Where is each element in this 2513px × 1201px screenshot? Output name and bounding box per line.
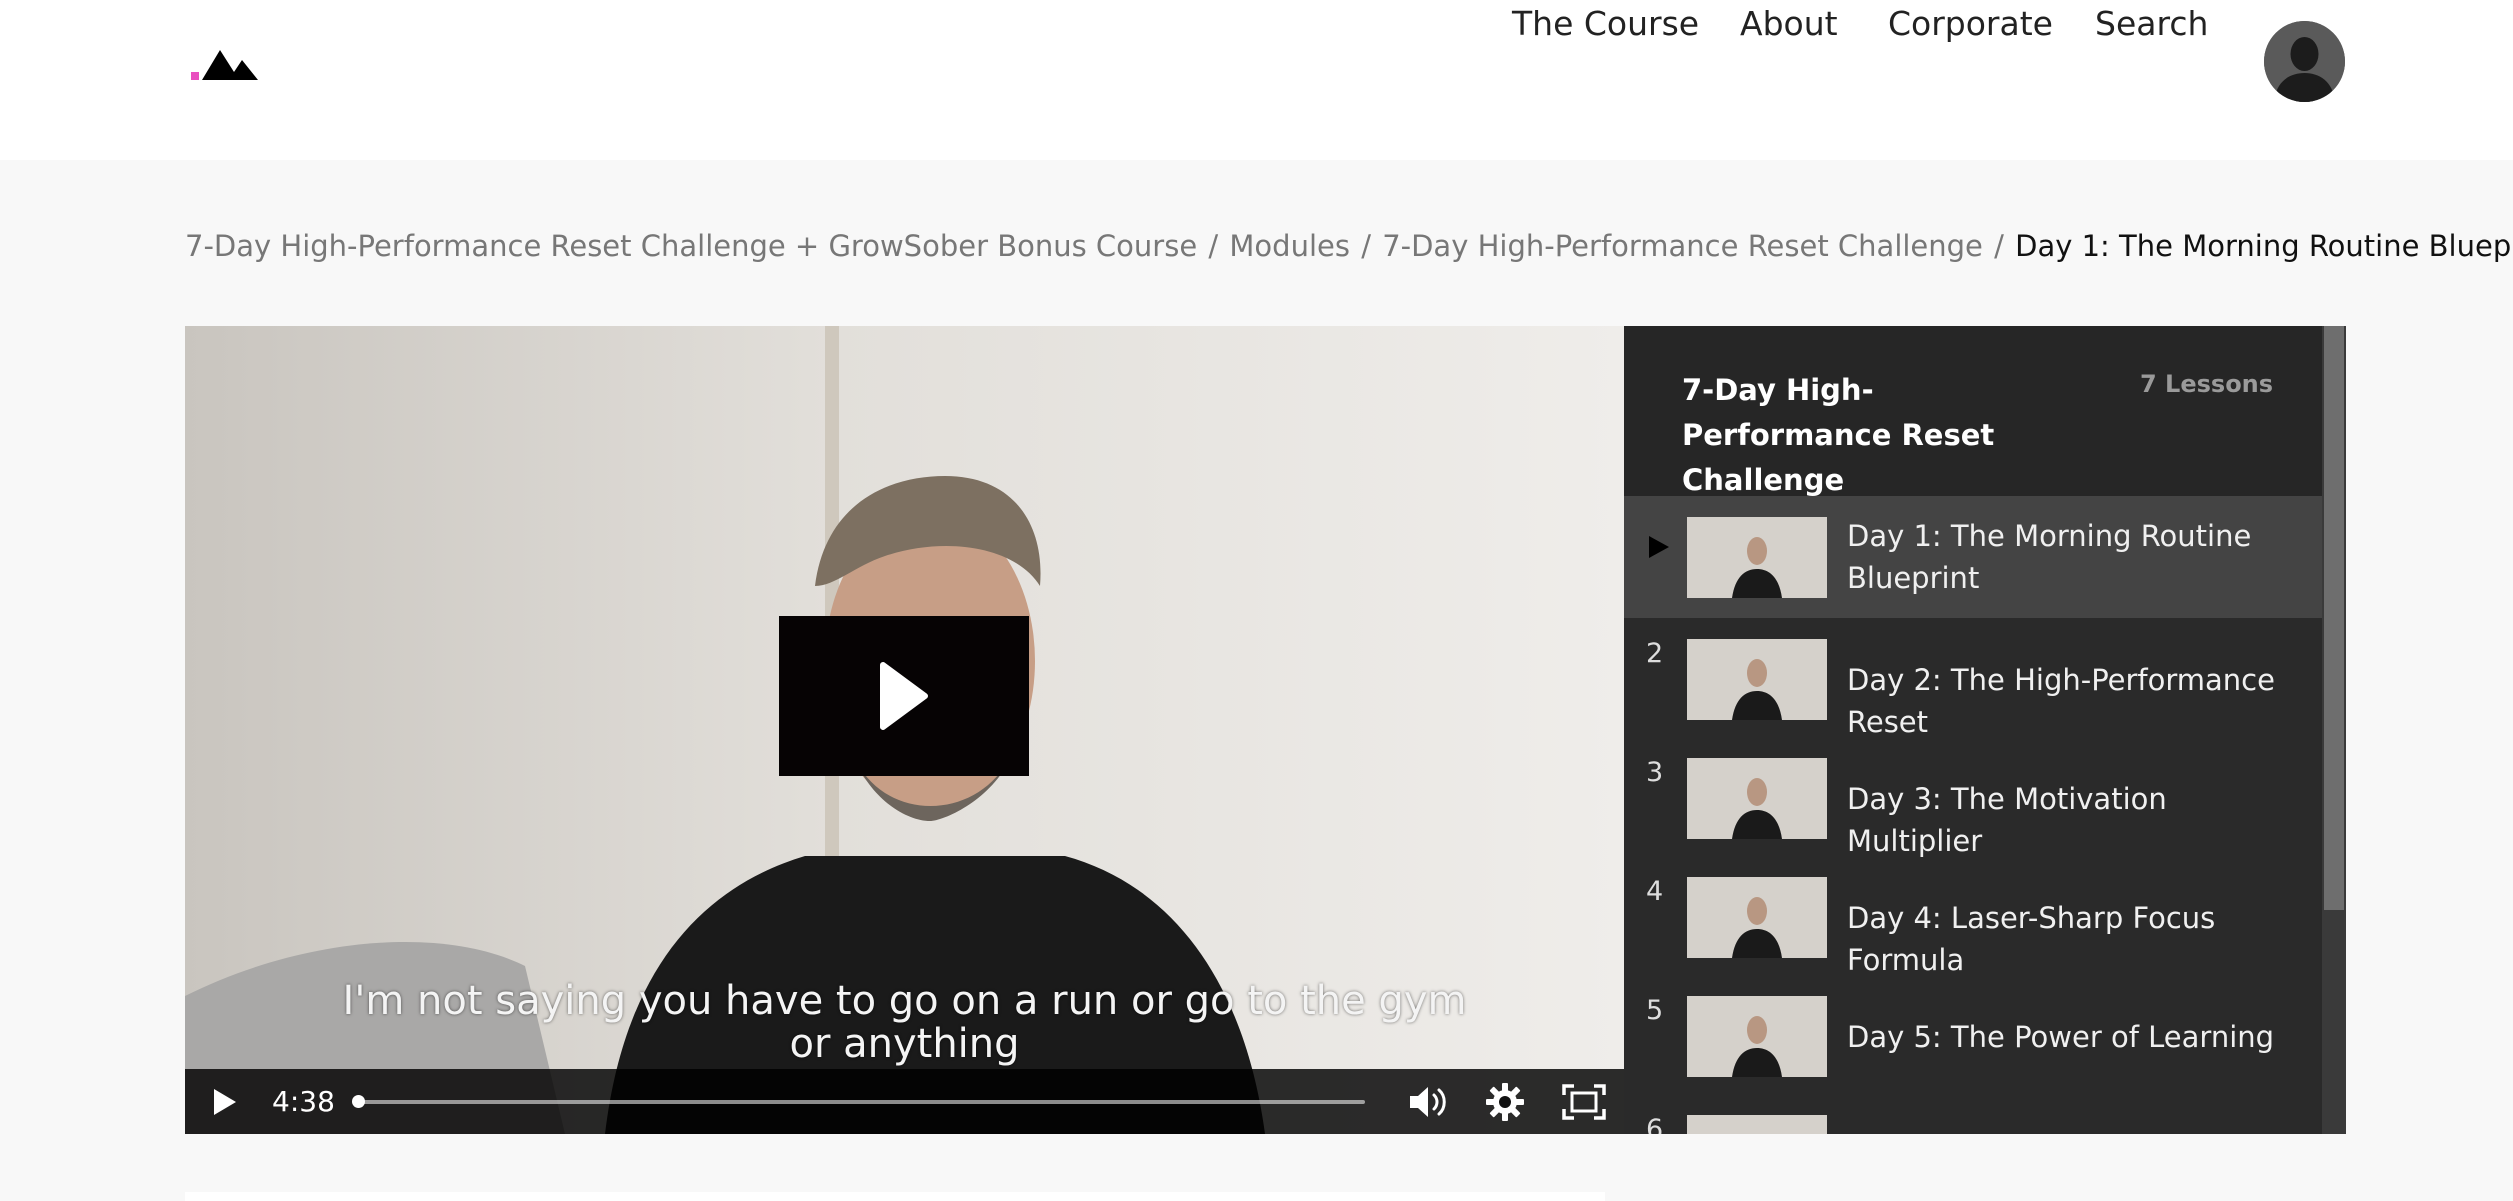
caption-line: or anything	[789, 1021, 1020, 1067]
mountain-logo-icon[interactable]	[186, 40, 266, 86]
video-caption: I'm not saying you have to go on a run o…	[185, 980, 1624, 1066]
lesson-item-5[interactable]: 5 Day 5: The Power of Learning	[1624, 975, 2322, 1094]
lesson-title: Day 3: The Motivation Multiplier	[1847, 782, 2167, 858]
lesson-number: 3	[1646, 757, 1664, 788]
lesson-number: 5	[1646, 995, 1664, 1026]
lesson-thumbnail	[1687, 639, 1827, 720]
sidebar-scrollbar[interactable]	[2322, 326, 2346, 1134]
lesson-item-2[interactable]: 2 Day 2: The High-Performance Reset	[1624, 618, 2322, 739]
play-icon	[880, 662, 928, 730]
lesson-number: 2	[1646, 638, 1664, 669]
player-controls: 4:38	[185, 1069, 1624, 1134]
play-triangle-icon	[1649, 536, 1669, 558]
lesson-number: 6	[1646, 1114, 1664, 1134]
lesson-count: 7 Lessons	[2140, 370, 2274, 398]
lesson-item-1[interactable]: Day 1: The Morning Routine Blueprint	[1624, 496, 2322, 618]
volume-icon	[1410, 1087, 1446, 1117]
breadcrumb-current-lesson: Day 1: The Morning Routine Blueprint	[2015, 229, 2513, 263]
lesson-item-4[interactable]: 4 Day 4: Laser-Sharp Focus Formula	[1624, 856, 2322, 977]
lesson-thumbnail	[1687, 517, 1827, 598]
play-button[interactable]	[211, 1087, 239, 1121]
settings-button[interactable]	[1485, 1082, 1525, 1126]
module-title: 7-Day High-Performance Reset Challenge	[1682, 373, 1995, 497]
lesson-title: Day 1: The Morning Routine Blueprint	[1847, 519, 2252, 595]
top-navigation-bar: The Course About Corporate Search	[0, 0, 2513, 160]
fullscreen-icon	[1562, 1084, 1606, 1120]
lesson-title: Day 5: The Power of Learning	[1847, 1020, 2275, 1054]
caption-line: I'm not saying you have to go on a run o…	[342, 978, 1467, 1024]
lesson-thumbnail	[1687, 996, 1827, 1077]
sidebar-scrollbar-thumb[interactable]	[2324, 326, 2344, 910]
lesson-item-6[interactable]: 6	[1624, 1094, 2322, 1134]
lesson-title: Day 4: Laser-Sharp Focus Formula	[1847, 901, 2216, 977]
breadcrumb-link-module[interactable]: 7-Day High-Performance Reset Challenge	[1382, 229, 1983, 263]
volume-button[interactable]	[1407, 1083, 1449, 1125]
play-icon	[214, 1089, 236, 1115]
content-card-edge	[185, 1192, 1605, 1201]
lesson-thumbnail	[1687, 877, 1827, 958]
nav-link-the-course[interactable]: The Course	[1512, 0, 1699, 48]
gear-icon	[1486, 1083, 1524, 1121]
user-avatar-icon[interactable]	[2264, 21, 2345, 102]
breadcrumb-link-modules[interactable]: Modules	[1229, 229, 1350, 263]
sidebar-header: 7-Day High-Performance Reset Challenge 7…	[1624, 326, 2322, 497]
lesson-thumbnail	[1687, 758, 1827, 839]
lesson-sidebar: 7-Day High-Performance Reset Challenge 7…	[1624, 326, 2346, 1134]
nav-link-corporate[interactable]: Corporate	[1888, 0, 2053, 48]
breadcrumb: 7-Day High-Performance Reset Challenge +…	[185, 224, 2513, 268]
video-player[interactable]: I'm not saying you have to go on a run o…	[185, 326, 1624, 1134]
current-time: 4:38	[272, 1085, 335, 1118]
breadcrumb-separator: /	[1208, 229, 1219, 263]
lesson-item-3[interactable]: 3 Day 3: The Motivation Multiplier	[1624, 737, 2322, 858]
big-play-button[interactable]	[779, 616, 1029, 776]
breadcrumb-separator: /	[1361, 229, 1371, 263]
progress-handle[interactable]	[352, 1095, 366, 1108]
nav-link-search[interactable]: Search	[2095, 0, 2208, 48]
lesson-number: 4	[1646, 876, 1664, 907]
lesson-thumbnail	[1687, 1115, 1827, 1134]
lesson-title: Day 2: The High-Performance Reset	[1847, 663, 2275, 739]
breadcrumb-separator: /	[1994, 229, 2004, 263]
progress-bar[interactable]	[352, 1095, 1365, 1108]
breadcrumb-link-course[interactable]: 7-Day High-Performance Reset Challenge +…	[185, 229, 1197, 263]
fullscreen-button[interactable]	[1561, 1083, 1607, 1125]
nav-link-about[interactable]: About	[1740, 0, 1838, 48]
